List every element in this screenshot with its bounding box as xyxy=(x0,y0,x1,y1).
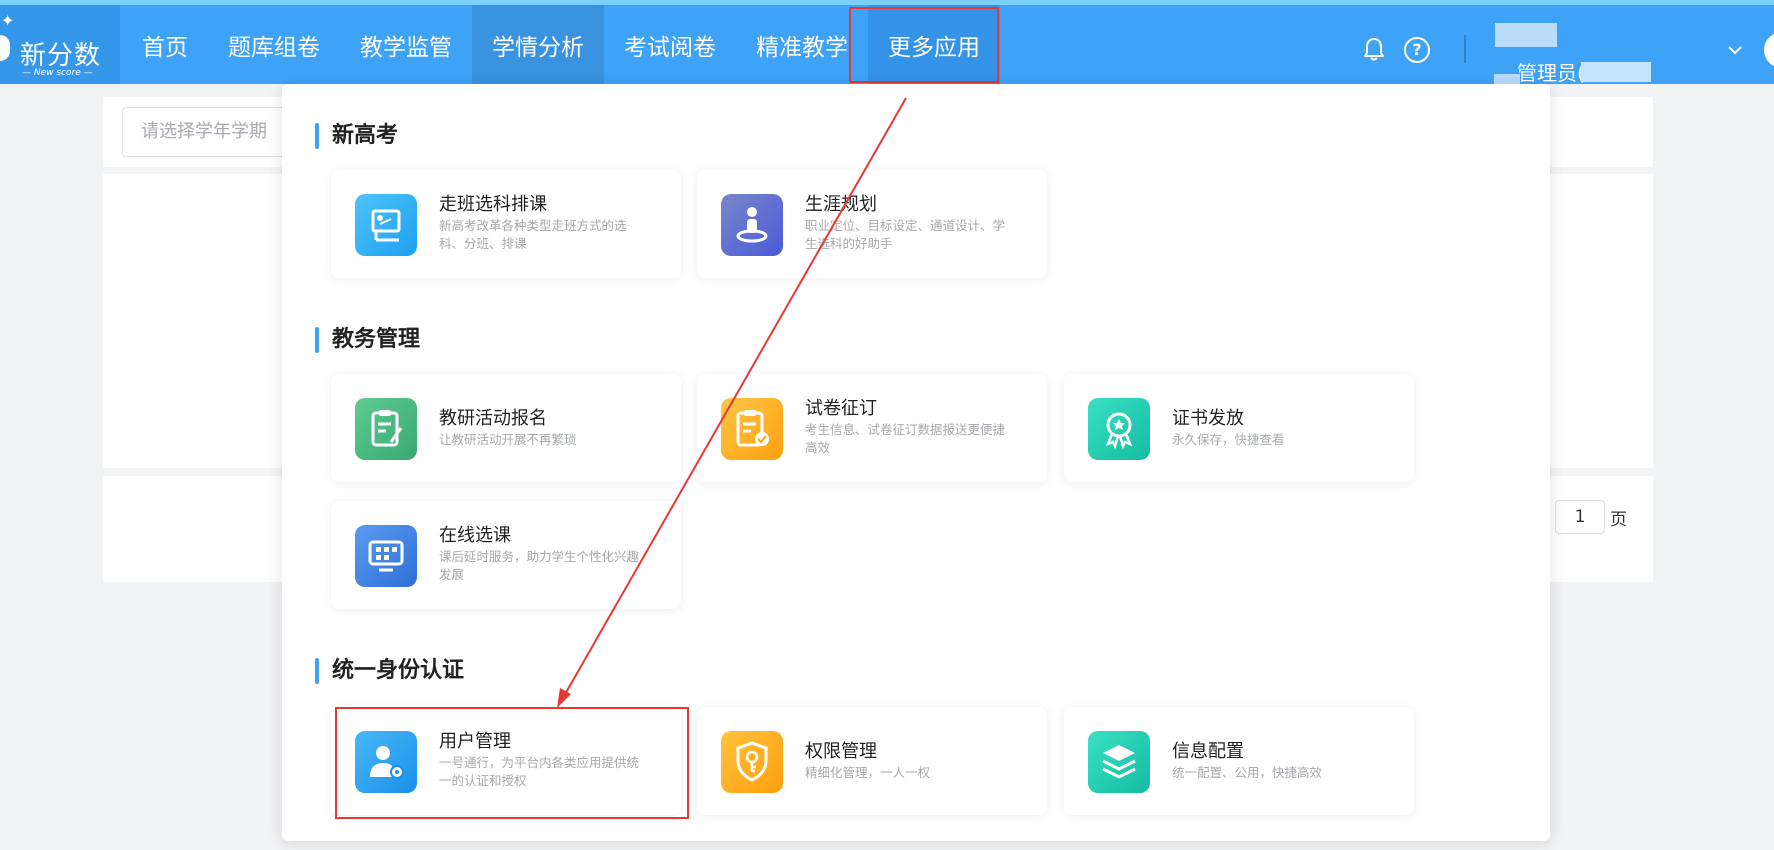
annotation-arrow xyxy=(557,97,907,708)
